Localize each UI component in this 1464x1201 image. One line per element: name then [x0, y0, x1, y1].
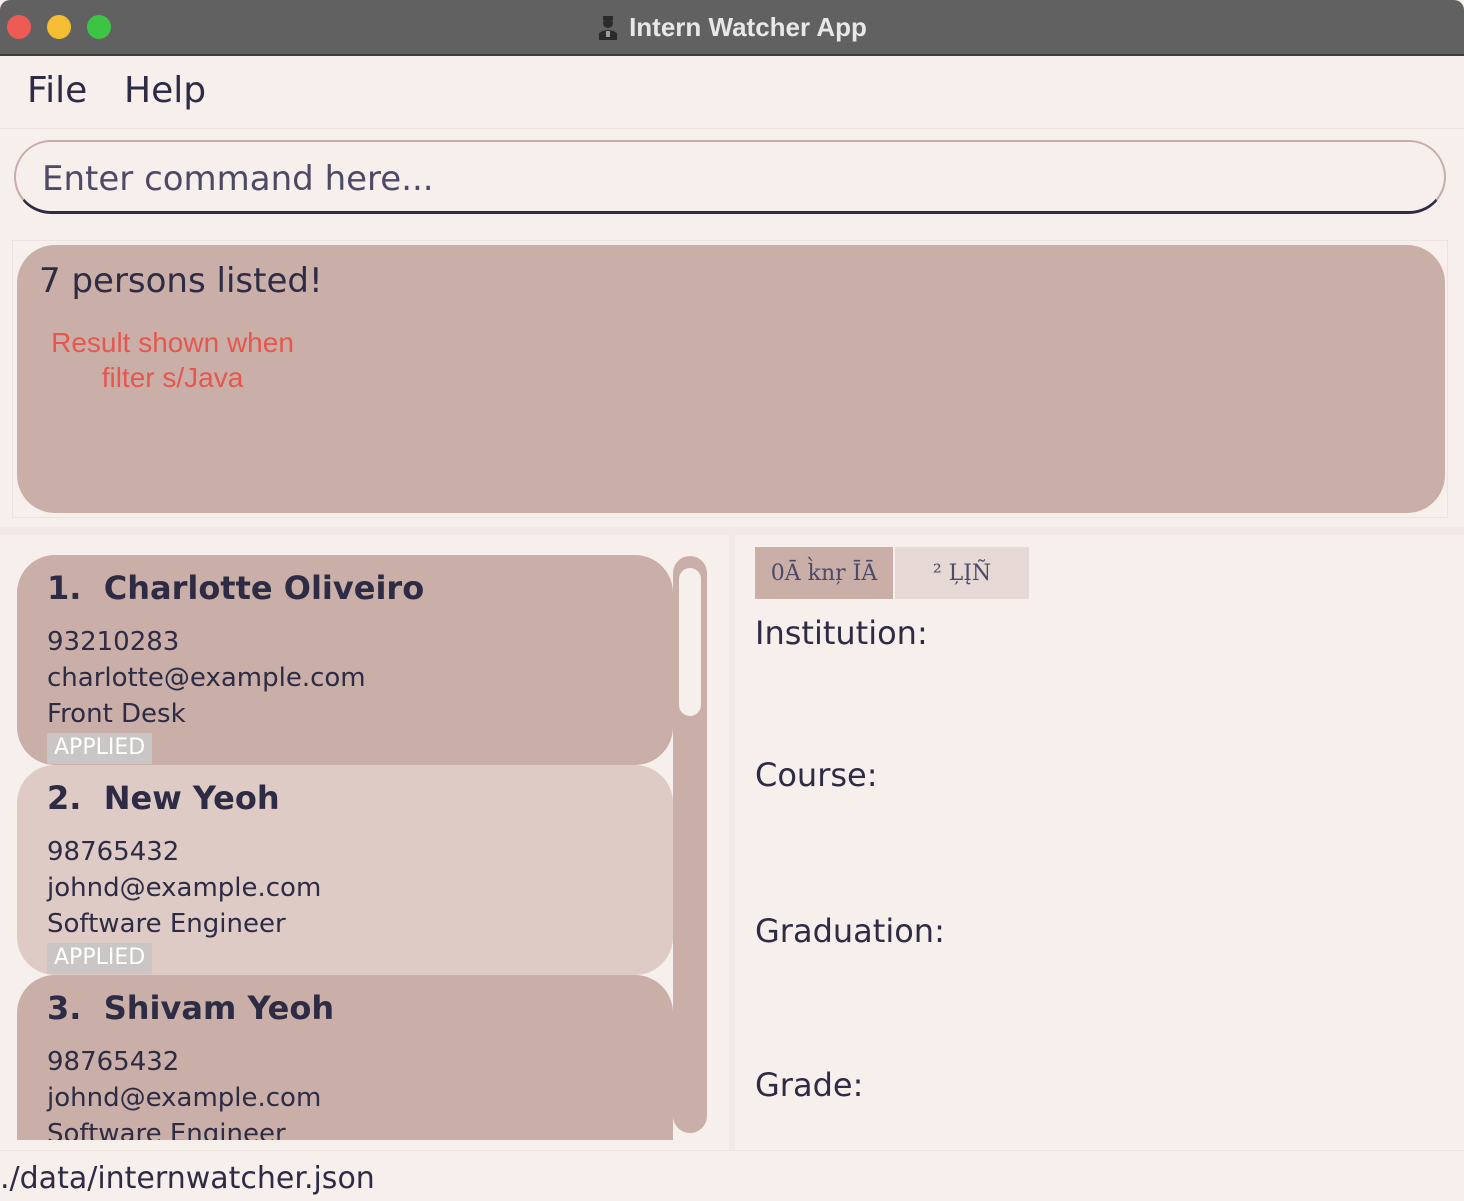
person-card[interactable]: 2. New Yeoh 98765432 johnd@example.com S… — [17, 765, 673, 975]
detail-tab-2[interactable]: ² ĻĮÑ — [895, 547, 1029, 599]
detail-tab-1[interactable]: 0Ā k̀nŗ ĪĀ — [755, 547, 893, 599]
scrollbar-thumb[interactable] — [679, 568, 701, 716]
person-phone: 93210283 — [47, 627, 180, 657]
status-badge: APPLIED — [47, 733, 153, 764]
person-phone: 98765432 — [47, 837, 180, 867]
person-card[interactable]: 3. Shivam Yeoh 98765432 johnd@example.co… — [17, 975, 673, 1140]
person-name: Shivam Yeoh — [103, 989, 335, 1027]
panel-divider — [729, 535, 735, 1150]
command-box — [14, 140, 1446, 214]
person-icon — [599, 16, 618, 40]
menu-bar: File Help — [0, 56, 1464, 129]
person-name: New Yeoh — [103, 779, 280, 817]
window-title: Intern Watcher App — [629, 11, 867, 42]
person-list[interactable]: 1. Charlotte Oliveiro 93210283 charlotte… — [0, 540, 728, 1140]
course-label: Course: — [755, 756, 878, 794]
annotation-line-2: filter s/Java — [101, 362, 244, 393]
person-email: charlotte@example.com — [47, 663, 366, 693]
section-divider — [0, 527, 1464, 535]
grade-label: Grade: — [755, 1066, 864, 1104]
status-bar: ./data/internwatcher.json — [0, 1150, 1464, 1201]
person-card[interactable]: 1. Charlotte Oliveiro 93210283 charlotte… — [17, 555, 673, 765]
list-scrollbar[interactable] — [673, 556, 707, 1133]
person-email: johnd@example.com — [47, 1083, 322, 1113]
menu-help[interactable]: Help — [124, 70, 206, 111]
institution-label: Institution: — [755, 614, 928, 652]
data-file-path: ./data/internwatcher.json — [0, 1161, 375, 1196]
person-email: johnd@example.com — [47, 873, 322, 903]
person-role: Software Engineer — [47, 1119, 286, 1140]
person-name: Charlotte Oliveiro — [103, 569, 425, 607]
annotation-line-1: Result shown when — [51, 327, 294, 358]
window-title-group: Intern Watcher App — [0, 0, 1464, 54]
menu-file[interactable]: File — [27, 70, 87, 111]
status-badge: APPLIED — [47, 943, 153, 974]
window-titlebar: Intern Watcher App — [0, 0, 1464, 56]
person-index: 2. — [47, 779, 82, 817]
person-card-title: 3. Shivam Yeoh — [47, 989, 334, 1027]
person-role: Front Desk — [47, 699, 186, 729]
result-display: 7 persons listed! Result shown when filt… — [17, 245, 1445, 513]
annotation-note: Result shown when filter s/Java — [35, 325, 310, 395]
person-role: Software Engineer — [47, 909, 286, 939]
person-phone: 98765432 — [47, 1047, 180, 1077]
result-message: 7 persons listed! — [39, 261, 323, 301]
person-index: 3. — [47, 989, 82, 1027]
person-index: 1. — [47, 569, 82, 607]
graduation-label: Graduation: — [755, 912, 945, 950]
command-input[interactable] — [40, 152, 1424, 206]
person-card-title: 2. New Yeoh — [47, 779, 280, 817]
person-card-title: 1. Charlotte Oliveiro — [47, 569, 424, 607]
